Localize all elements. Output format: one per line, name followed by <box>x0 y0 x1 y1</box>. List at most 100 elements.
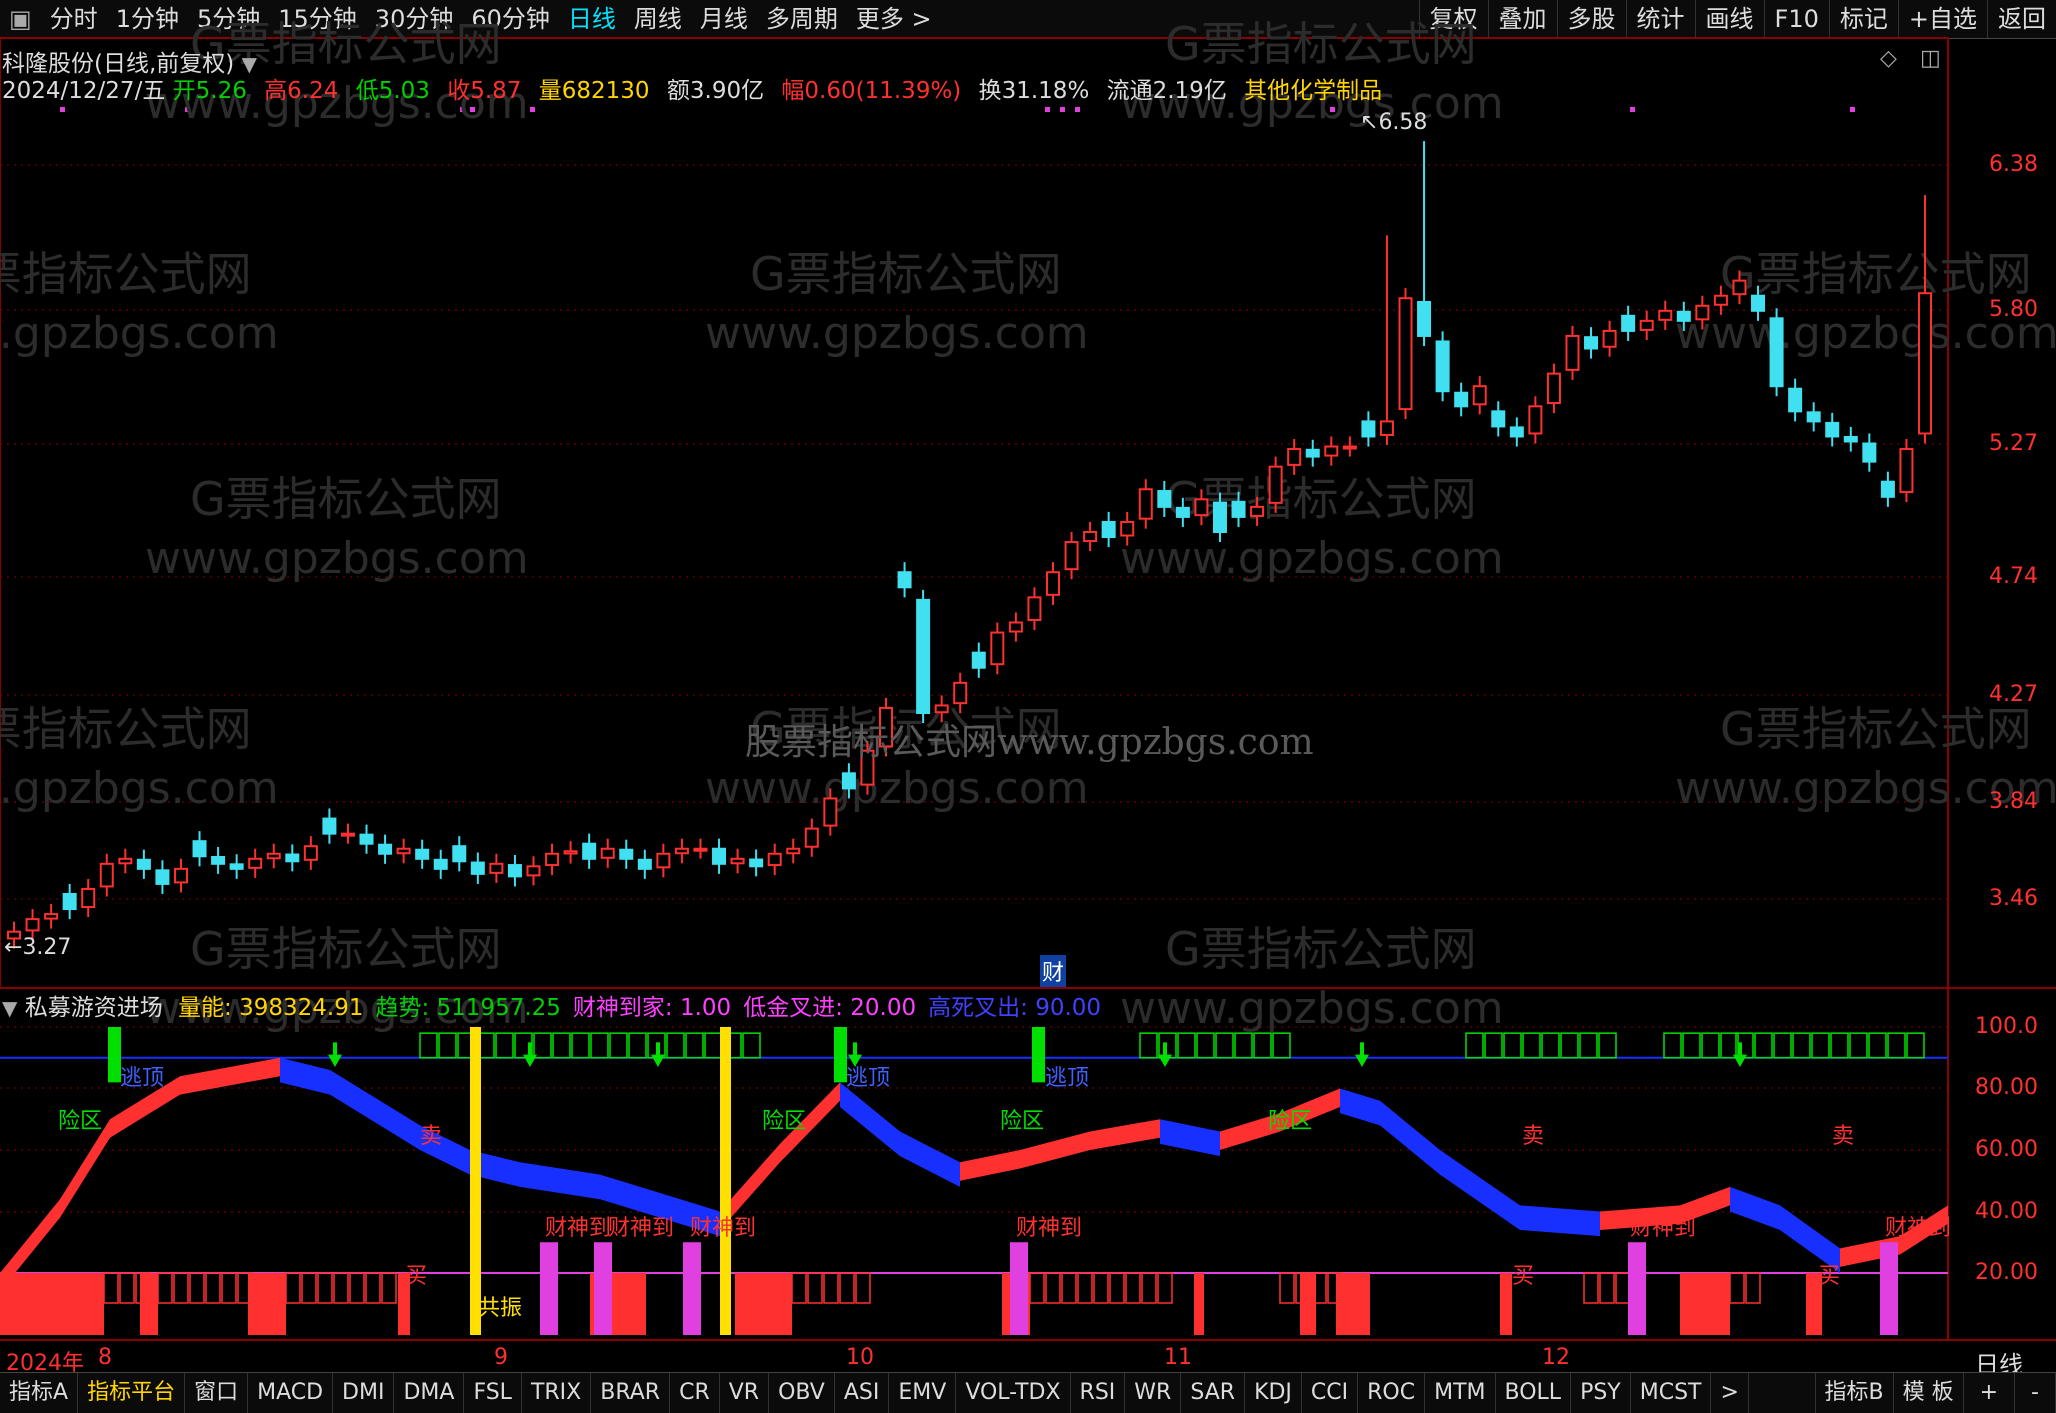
indicator-tab-13[interactable]: EMV <box>889 1373 957 1413</box>
candle-body <box>1212 501 1227 533</box>
down-arrow-icon <box>651 1042 665 1067</box>
green-step <box>1830 1032 1849 1059</box>
watermark-url: www.gpzbgs.com <box>1120 983 1504 1034</box>
max-price-label: ↖6.58 <box>1360 110 1428 135</box>
trend-band-segment <box>1520 1205 1600 1237</box>
signal-dot <box>530 107 535 112</box>
price-tick: 3.84 <box>1989 789 2038 814</box>
down-arrow-icon <box>523 1042 537 1067</box>
indicator-tab-16[interactable]: WR <box>1125 1373 1182 1413</box>
diamond-icon[interactable]: ◇ <box>1880 46 1897 71</box>
template-tab[interactable]: 模 板 <box>1894 1373 1964 1413</box>
caishen-label: 财神到 <box>1016 1216 1083 1241</box>
candle-body <box>1732 279 1747 296</box>
indicator-tab-2[interactable]: 窗口 <box>185 1373 249 1413</box>
indicator-tab-3[interactable]: MACD <box>248 1373 334 1413</box>
indicator-value-number: 90.00 <box>1035 995 1102 1021</box>
indicator-tab-1[interactable]: 指标平台 <box>78 1373 186 1413</box>
volume-outline <box>157 1272 173 1304</box>
indicator-tab-22[interactable]: BOLL <box>1496 1373 1572 1413</box>
trend-band-segment <box>1380 1100 1440 1175</box>
trend-band-segment <box>1440 1150 1520 1230</box>
indicator-tab-11[interactable]: OBV <box>769 1373 835 1413</box>
candle-body <box>1584 336 1599 350</box>
escape-top-label: 逃顶 <box>846 1066 891 1091</box>
candle-body <box>1064 541 1079 571</box>
candle-body <box>1713 294 1728 306</box>
indicator-value-3: 低金叉进: 20.00 <box>743 995 916 1021</box>
indicator-value-number: 20.00 <box>850 995 917 1021</box>
candle-body <box>211 856 226 865</box>
volume-outline <box>807 1272 823 1304</box>
price-tick: 3.46 <box>1989 886 2038 911</box>
cai-marker[interactable]: 财 <box>1040 955 1067 987</box>
danger-zone-label: 险区 <box>762 1109 807 1134</box>
volume-block <box>140 1273 158 1335</box>
indicator-tab-12[interactable]: ASI <box>835 1373 890 1413</box>
indicator-tab-25[interactable]: > <box>1711 1373 1749 1413</box>
indicator-tab-19[interactable]: CCI <box>1302 1373 1359 1413</box>
sector-value[interactable]: 其他化学制品 <box>1244 78 1382 104</box>
indicator-value-label: 量能: <box>178 995 240 1021</box>
indicator-b-tab[interactable]: 指标B <box>1814 1373 1894 1413</box>
candle-body <box>823 797 838 827</box>
indicator-value-2: 财神到家: 1.00 <box>573 995 731 1021</box>
indicator-tick: 20.00 <box>1975 1260 2038 1285</box>
signal-dot <box>1630 107 1635 112</box>
indicator-name[interactable]: 私募游资进场 <box>25 995 163 1021</box>
candle-body <box>1417 300 1432 337</box>
candle-body <box>1695 304 1710 321</box>
indicator-tab-6[interactable]: FSL <box>464 1373 522 1413</box>
indicator-tab-7[interactable]: TRIX <box>522 1373 592 1413</box>
indicator-tab-14[interactable]: VOL-TDX <box>956 1373 1071 1413</box>
indicator-tab-5[interactable]: DMA <box>394 1373 465 1413</box>
indicator-tab-0[interactable]: 指标A <box>0 1373 79 1413</box>
indicator-tab-20[interactable]: ROC <box>1358 1373 1426 1413</box>
candle-body <box>712 847 727 865</box>
indicator-tab-17[interactable]: SAR <box>1181 1373 1246 1413</box>
green-step <box>628 1032 647 1059</box>
caishen-bar <box>683 1242 701 1335</box>
zoom-in-button[interactable]: + <box>1964 1373 2016 1413</box>
indicator-tab-21[interactable]: MTM <box>1425 1373 1496 1413</box>
green-step <box>1215 1032 1234 1059</box>
candle-body <box>1342 445 1357 450</box>
panel-toggle-icon[interactable]: ◫ <box>1920 46 1941 71</box>
watermarks: G票指标公式网 www.gpzbgs.com G票指标公式网 www.gpzbgs.c… <box>0 17 2056 1034</box>
green-step <box>590 1032 609 1059</box>
candle-body <box>749 858 764 868</box>
indicator-dropdown-icon[interactable]: ▼ <box>2 996 17 1020</box>
indicator-tab-18[interactable]: KDJ <box>1245 1373 1302 1413</box>
green-step <box>419 1032 438 1059</box>
price-tick: 4.27 <box>1989 682 2038 707</box>
indicator-tab-9[interactable]: CR <box>670 1373 720 1413</box>
candle-body <box>62 892 77 911</box>
sell-label: 卖 <box>1522 1124 1545 1149</box>
indicator-tab-10[interactable]: VR <box>720 1373 770 1413</box>
caishen-bar <box>540 1242 558 1335</box>
indicator-tab-24[interactable]: MCST <box>1631 1373 1712 1413</box>
candle-body <box>266 852 281 860</box>
zoom-out-button[interactable]: - <box>2015 1373 2056 1413</box>
volume-outline <box>1093 1272 1109 1304</box>
indicator-tab-8[interactable]: BRAR <box>591 1373 671 1413</box>
volume-outline <box>205 1272 221 1304</box>
down-arrow-icon <box>1733 1042 1747 1067</box>
candle-body <box>359 833 374 845</box>
volume-outline <box>1745 1272 1761 1304</box>
trend-band-segment <box>1090 1119 1160 1150</box>
green-step <box>1465 1032 1484 1059</box>
candle-body <box>1157 490 1172 508</box>
candle-body <box>136 858 151 870</box>
float-value: 流通2.19亿 <box>1106 78 1227 104</box>
indicator-tab-4[interactable]: DMI <box>333 1373 395 1413</box>
trend-band-segment <box>1340 1088 1380 1126</box>
candle-body <box>637 858 652 870</box>
indicator-tab-23[interactable]: PSY <box>1571 1373 1631 1413</box>
kline-chart[interactable]: G票指标公式网 www.gpzbgs.com G票指标公式网 www.gpzbgs.c… <box>0 0 2056 1372</box>
indicator-tab-15[interactable]: RSI <box>1071 1373 1126 1413</box>
candle-body <box>582 842 597 860</box>
trend-band-segment <box>180 1057 280 1095</box>
watermark-text: G票指标公式网 <box>1720 702 2032 756</box>
watermark-text: G票指标公式网 <box>0 247 252 301</box>
